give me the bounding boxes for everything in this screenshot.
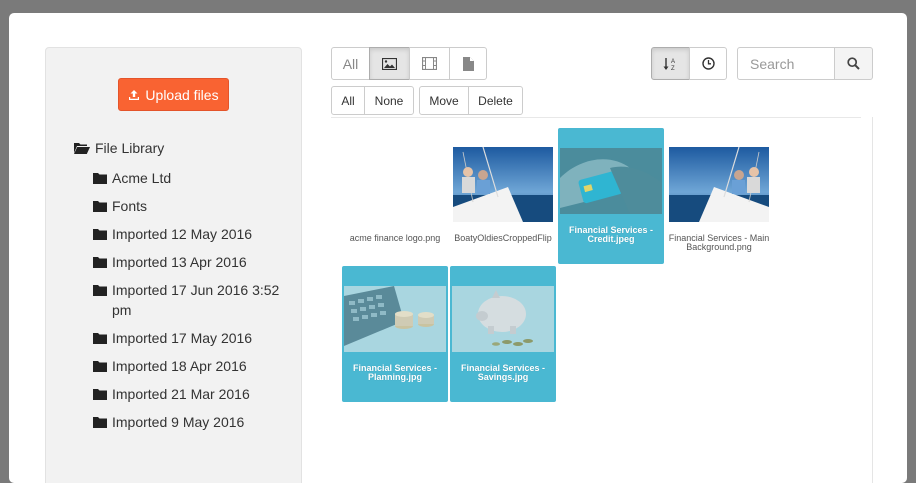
file-name: acme finance logo.png — [349, 234, 441, 243]
select-all-label: All — [341, 93, 355, 108]
filter-all-button[interactable]: All — [331, 47, 370, 80]
file-name: BoatyOldiesCroppedFlip — [454, 234, 552, 243]
upload-icon — [129, 89, 140, 100]
search-input[interactable] — [737, 47, 835, 80]
select-all-button[interactable]: All — [331, 86, 365, 115]
file-tile[interactable]: Financial Services - Savings.jpg — [450, 266, 556, 402]
folder-item[interactable]: Imported 17 May 2016 — [93, 328, 294, 348]
folder-item[interactable]: Imported 18 Apr 2016 — [93, 356, 294, 376]
sort-group: A Z — [651, 47, 727, 80]
folder-icon — [93, 201, 107, 212]
folder-list: Acme Ltd Fonts Imported 12 May 2016 Impo… — [74, 168, 294, 432]
svg-text:Z: Z — [671, 66, 675, 71]
filter-video-button[interactable] — [409, 47, 450, 80]
actions-group: Move Delete — [419, 86, 523, 115]
sidebar: Upload files File Library Acme Ltd Fonts — [45, 47, 302, 483]
upload-files-label: Upload files — [145, 86, 219, 103]
folder-icon — [93, 333, 107, 344]
file-thumbnail — [669, 147, 769, 222]
folder-item[interactable]: Imported 13 Apr 2016 — [93, 252, 294, 272]
folder-icon — [93, 417, 107, 428]
search-icon — [847, 57, 860, 70]
folder-label: Imported 12 May 2016 — [112, 226, 253, 242]
search-button[interactable] — [835, 47, 873, 80]
image-icon — [382, 57, 397, 70]
folder-label: Imported 17 May 2016 — [112, 330, 253, 346]
select-none-button[interactable]: None — [364, 86, 414, 115]
folder-icon — [93, 285, 107, 296]
filter-all-label: All — [342, 55, 359, 72]
search-bar — [737, 47, 873, 80]
file-name: Financial Services - Main Background.png — [668, 234, 770, 252]
folder-item[interactable]: Fonts — [93, 196, 294, 216]
folder-icon — [93, 229, 107, 240]
folder-label: Imported 18 Apr 2016 — [112, 358, 247, 374]
move-label: Move — [429, 93, 459, 108]
file-tile[interactable]: Financial Services - Credit.jpeg — [558, 128, 664, 264]
file-thumbnail — [560, 148, 662, 214]
folder-item[interactable]: Imported 17 Jun 2016 3:52 pm — [93, 280, 294, 320]
filter-documents-button[interactable] — [449, 47, 487, 80]
file-thumbnail — [345, 147, 445, 222]
file-thumbnail — [452, 286, 554, 352]
folder-label: Acme Ltd — [112, 170, 172, 186]
folder-icon — [93, 257, 107, 268]
file-tile[interactable]: Financial Services - Planning.jpg — [342, 266, 448, 402]
file-tile[interactable]: acme finance logo.png — [342, 130, 448, 266]
folder-item[interactable]: Imported 21 Mar 2016 — [93, 384, 294, 404]
move-button[interactable]: Move — [419, 86, 469, 115]
file-tile[interactable]: BoatyOldiesCroppedFlip — [450, 130, 556, 266]
folder-item[interactable]: Acme Ltd — [93, 168, 294, 188]
clock-icon — [701, 57, 715, 70]
delete-button[interactable]: Delete — [468, 86, 523, 115]
file-name: Financial Services - Savings.jpg — [460, 364, 546, 382]
folder-item[interactable]: Imported 12 May 2016 — [93, 224, 294, 244]
folder-icon — [93, 361, 107, 372]
scrollbar-track[interactable] — [872, 117, 873, 483]
select-none-label: None — [374, 93, 404, 108]
folder-label: Imported 9 May 2016 — [112, 414, 245, 430]
sort-alpha-icon: A Z — [663, 57, 675, 71]
sort-date-button[interactable] — [689, 47, 727, 80]
file-thumbnail — [453, 147, 553, 222]
file-tile[interactable]: Financial Services - Main Background.png — [666, 130, 772, 266]
file-thumbnail — [344, 286, 446, 352]
file-name: Financial Services - Credit.jpeg — [568, 226, 654, 244]
select-group: All None — [331, 86, 414, 115]
svg-text:A: A — [671, 59, 675, 65]
file-name: Financial Services - Planning.jpg — [352, 364, 438, 382]
folder-root-label: File Library — [95, 140, 165, 156]
file-manager-modal: Upload files File Library Acme Ltd Fonts — [9, 13, 907, 483]
folder-icon — [93, 173, 107, 184]
folder-label: Imported 17 Jun 2016 3:52 pm — [112, 282, 280, 318]
sort-name-button[interactable]: A Z — [651, 47, 690, 80]
upload-files-button[interactable]: Upload files — [118, 78, 229, 111]
delete-label: Delete — [478, 93, 513, 108]
filter-images-button[interactable] — [369, 47, 410, 80]
folder-item[interactable]: Imported 9 May 2016 — [93, 412, 294, 432]
folder-open-icon — [74, 143, 90, 154]
folder-label: Imported 13 Apr 2016 — [112, 254, 247, 270]
film-icon — [422, 57, 437, 70]
document-icon — [462, 56, 474, 71]
folder-icon — [93, 389, 107, 400]
folder-label: Fonts — [112, 198, 148, 214]
folder-label: Imported 21 Mar 2016 — [112, 386, 250, 402]
folder-root[interactable]: File Library — [74, 136, 294, 160]
folder-tree: File Library Acme Ltd Fonts Imported 12 … — [74, 136, 294, 432]
type-filter-group: All — [331, 47, 487, 80]
